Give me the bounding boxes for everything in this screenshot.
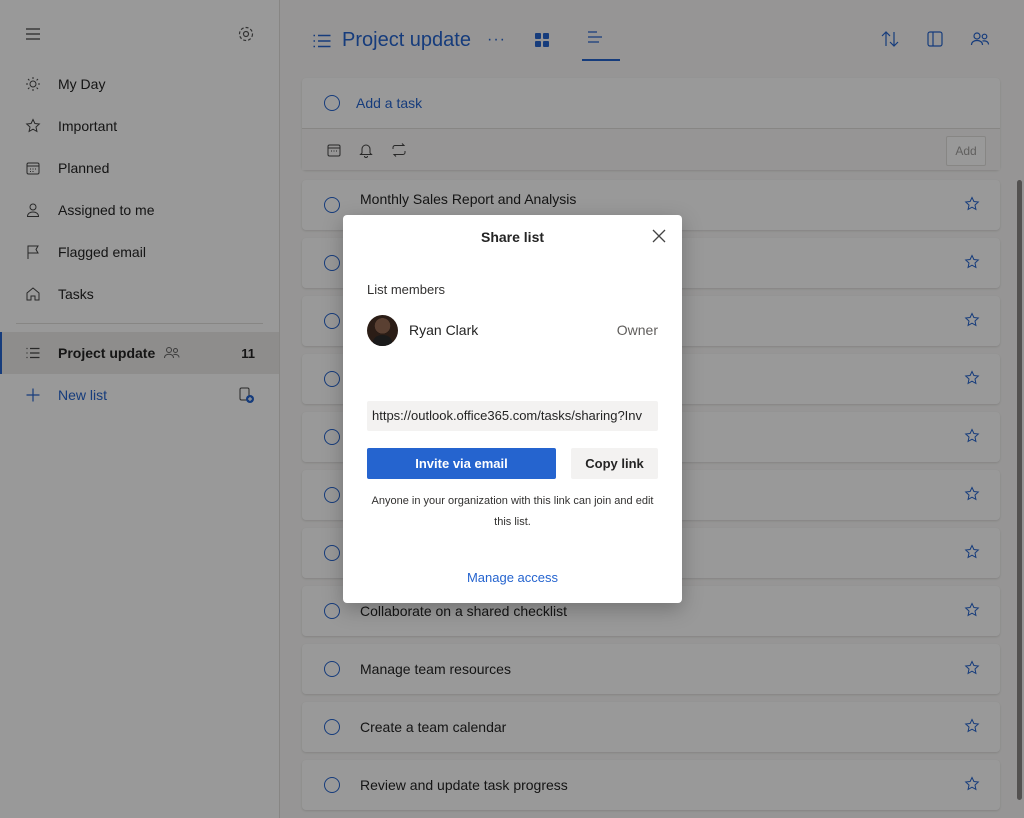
copy-link-button[interactable]: Copy link	[571, 448, 658, 479]
list-members-label: List members	[367, 282, 446, 297]
share-note: Anyone in your organization with this li…	[371, 495, 654, 528]
member-role: Owner	[616, 322, 658, 338]
avatar	[367, 314, 398, 346]
invite-via-email-button[interactable]: Invite via email	[367, 448, 556, 479]
member-row: Ryan Clark Owner	[367, 314, 658, 346]
dialog-title: Share list	[480, 229, 545, 245]
close-icon[interactable]	[650, 227, 668, 245]
member-name: Ryan Clark	[409, 322, 479, 338]
manage-access-link[interactable]: Manage access	[343, 570, 682, 585]
share-link-field[interactable]: https://outlook.office365.com/tasks/shar…	[367, 401, 658, 431]
share-list-dialog: Share list List members Ryan Clark Owner…	[343, 215, 682, 603]
